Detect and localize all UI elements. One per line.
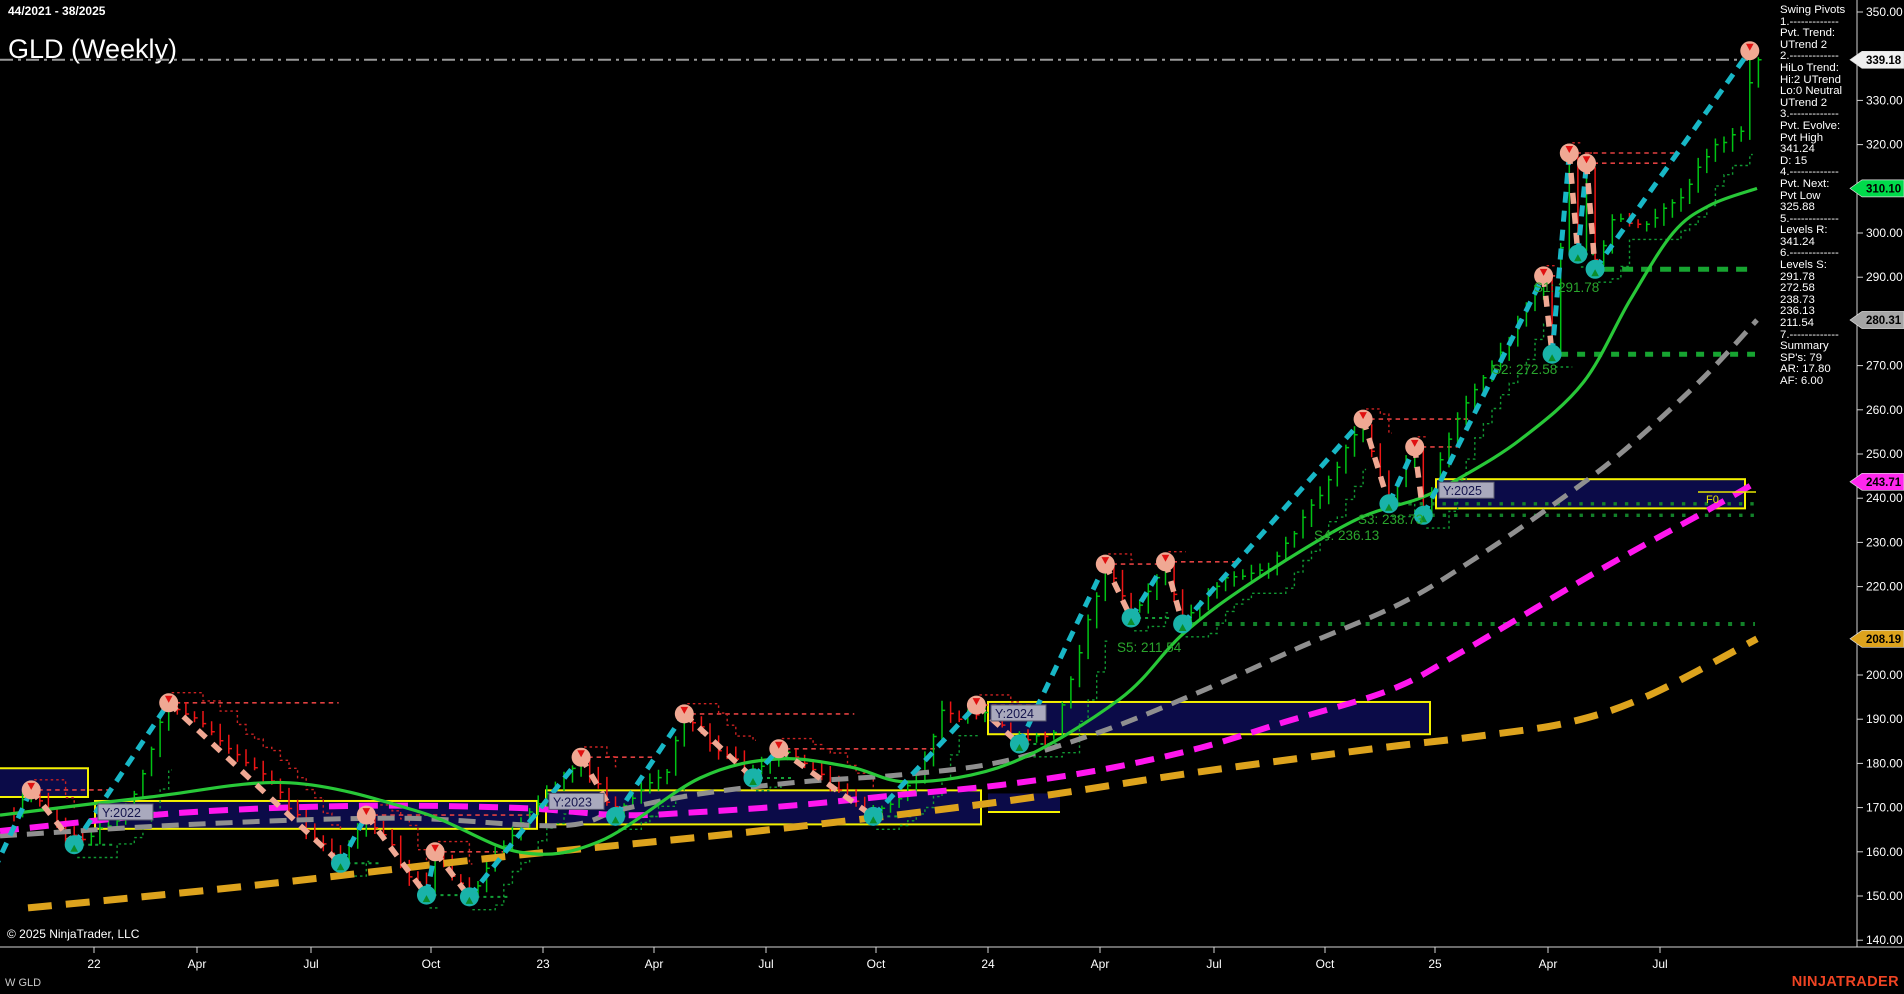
zigzag-up-segment <box>1595 51 1750 270</box>
chart-window: 44/2021 - 38/2025 GLD (Weekly) Y:2022Y:2… <box>0 0 1904 994</box>
time-tick-label: Apr <box>1539 957 1558 971</box>
price-tick-label: 150.00 <box>1866 889 1903 903</box>
candles-layer <box>14 51 1762 898</box>
time-tick-label: Jul <box>1652 957 1667 971</box>
year-label: Y:2023 <box>553 795 592 809</box>
panel-line: Levels S: <box>1780 260 1902 272</box>
zigzag-down-segment <box>684 714 753 778</box>
price-marker-label: 208.19 <box>1866 634 1901 646</box>
ma-fast-green <box>0 188 1757 854</box>
price-tick-label: 220.00 <box>1866 580 1903 594</box>
support-level-label: S3: 238.73 <box>1358 512 1423 527</box>
zigzag-up-segment <box>0 790 31 887</box>
panel-line: Pvt. Evolve: <box>1780 121 1902 133</box>
price-tick-label: 180.00 <box>1866 756 1903 770</box>
panel-line: Lo:0 Neutral <box>1780 86 1902 98</box>
price-tick-label: 190.00 <box>1866 712 1903 726</box>
panel-line: AF: 6.00 <box>1780 376 1902 388</box>
time-tick-label: Jul <box>1206 957 1221 971</box>
price-tick-label: 230.00 <box>1866 535 1903 549</box>
year-range-box <box>988 702 1430 734</box>
price-tick-label: 260.00 <box>1866 403 1903 417</box>
time-tick-label: Oct <box>1316 957 1335 971</box>
time-tick-label: Oct <box>867 957 886 971</box>
time-tick-label: 22 <box>87 957 101 971</box>
copyright-label: © 2025 NinjaTrader, LLC <box>7 927 139 941</box>
time-tick-label: Oct <box>422 957 441 971</box>
support-level-label: S4: 236.13 <box>1314 528 1379 543</box>
ninjatrader-logo: NINJATRADER <box>1792 974 1899 990</box>
swing-pivots-panel: Swing Pivots1.-------------Pvt. Trend:UT… <box>1780 5 1902 388</box>
time-tick-label: Jul <box>758 957 773 971</box>
time-tick-label: 24 <box>981 957 995 971</box>
zigzag-down-segment <box>1363 419 1389 504</box>
time-tick-label: Jul <box>303 957 318 971</box>
support-level-label: S5: 211.54 <box>1117 640 1182 655</box>
trailing-stop-up <box>1022 641 1108 757</box>
year-range-box <box>0 768 88 797</box>
price-marker-label: 243.71 <box>1866 477 1902 489</box>
price-tick-label: 170.00 <box>1866 801 1903 815</box>
instrument-tab-label[interactable]: W GLD <box>5 977 41 989</box>
support-levels-layer <box>1191 269 1755 624</box>
price-tick-label: 240.00 <box>1866 491 1903 505</box>
ma-mid-gray <box>0 320 1757 836</box>
support-level-label: S2: 272.58 <box>1492 362 1557 377</box>
price-tick-label: 200.00 <box>1866 668 1903 682</box>
panel-line: HiLo Trend: <box>1780 63 1902 75</box>
time-tick-label: Apr <box>188 957 207 971</box>
trailing-stop-down <box>687 704 756 741</box>
price-chart-canvas[interactable]: Y:2022 Y:2023 Y:2024 Y:2025 S1: 291.78 S2: 27… <box>0 0 1904 994</box>
year-label: Y:2025 <box>1443 484 1482 498</box>
up-bars <box>23 51 1762 898</box>
time-tick-label: 23 <box>536 957 550 971</box>
panel-line: 211.54 <box>1780 318 1902 330</box>
pivot-hold-lines-layer <box>38 51 1757 897</box>
year-label: Y:2024 <box>995 707 1034 721</box>
zigzag-down-segment <box>1569 153 1578 254</box>
time-tick-label: Apr <box>1091 957 1110 971</box>
panel-line: 341.24 <box>1780 144 1902 156</box>
time-tick-label: Apr <box>645 957 664 971</box>
price-tick-label: 250.00 <box>1866 447 1903 461</box>
year-label: Y:2022 <box>102 806 141 820</box>
panel-line: Swing Pivots <box>1780 5 1902 17</box>
price-tick-label: 140.00 <box>1866 933 1903 947</box>
panel-line: Pvt. Next: <box>1780 179 1902 191</box>
annotations-layer: Y:2022 Y:2023 Y:2024 Y:2025 S1: 291.78 S2: 27… <box>98 280 1756 820</box>
panel-line: 325.88 <box>1780 202 1902 214</box>
price-tick-label: 160.00 <box>1866 845 1903 859</box>
f0-label: F0 <box>1706 494 1719 506</box>
time-tick-label: 25 <box>1428 957 1442 971</box>
support-level-label: S1: 291.78 <box>1534 280 1599 295</box>
